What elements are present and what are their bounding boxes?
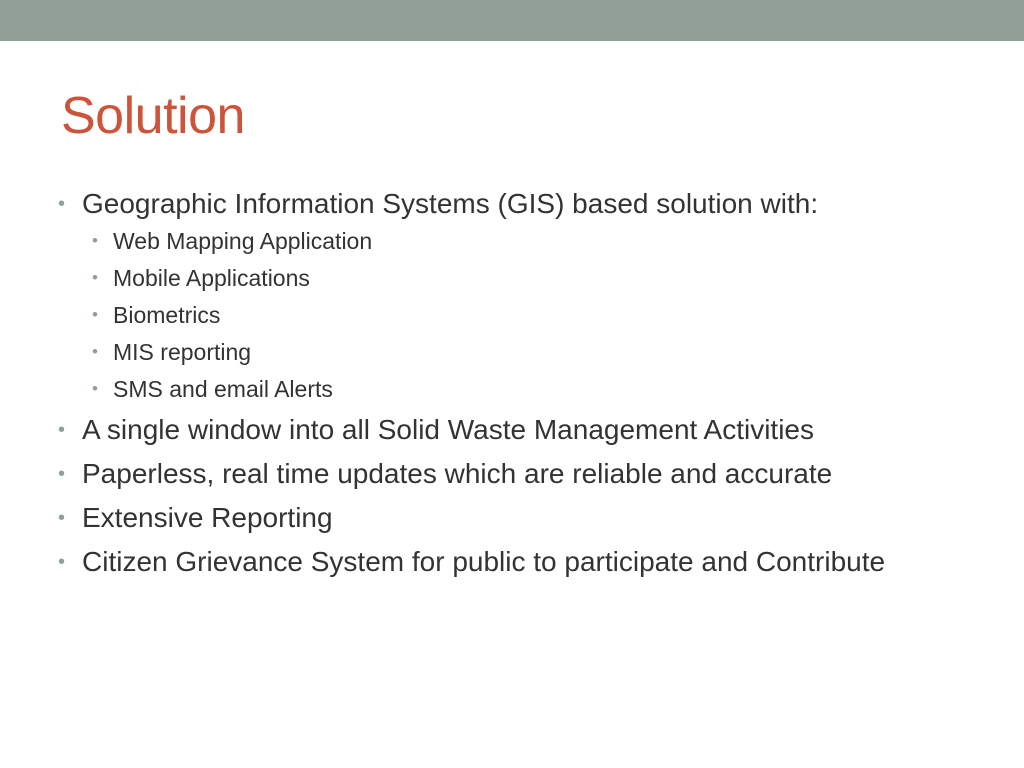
sub-bullet-item: MIS reporting (82, 337, 958, 367)
bullet-item: Citizen Grievance System for public to p… (58, 544, 958, 580)
sub-bullet-list: Web Mapping Application Mobile Applicati… (82, 226, 958, 404)
bullet-item: A single window into all Solid Waste Man… (58, 412, 958, 448)
slide-title: Solution (61, 87, 245, 145)
bullet-list: Geographic Information Systems (GIS) bas… (58, 186, 958, 588)
sub-bullet-item: SMS and email Alerts (82, 374, 958, 404)
bullet-item: Paperless, real time updates which are r… (58, 456, 958, 492)
bullet-item: Geographic Information Systems (GIS) bas… (58, 186, 958, 404)
sub-bullet-item: Biometrics (82, 300, 958, 330)
sub-bullet-item: Mobile Applications (82, 263, 958, 293)
slide-top-bar (0, 0, 1024, 41)
bullet-item: Extensive Reporting (58, 500, 958, 536)
sub-bullet-item: Web Mapping Application (82, 226, 958, 256)
bullet-text: Geographic Information Systems (GIS) bas… (82, 188, 819, 219)
